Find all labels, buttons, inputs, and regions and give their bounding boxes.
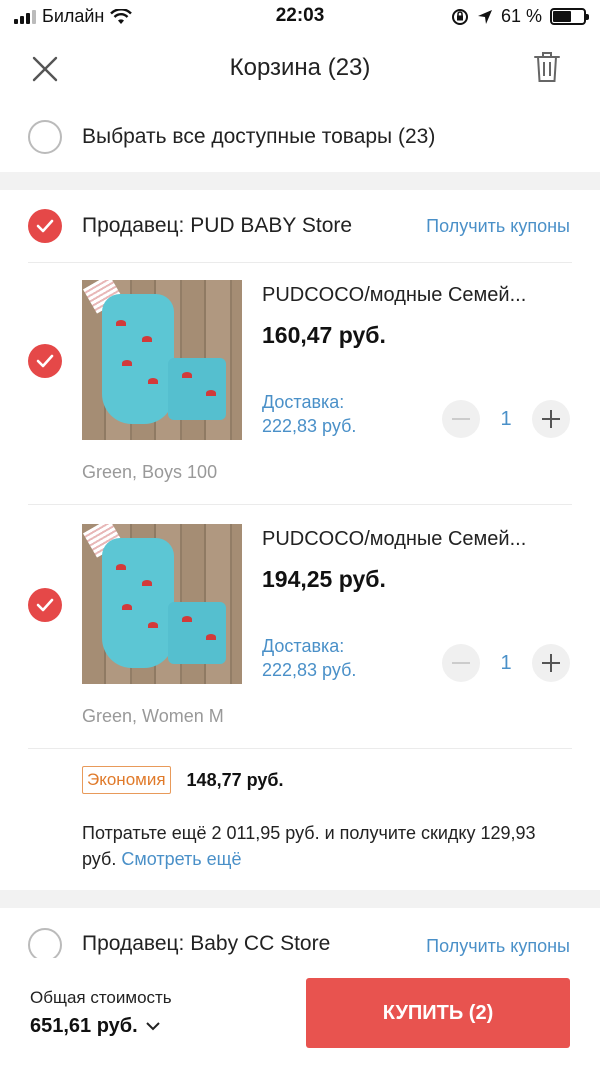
select-all-row[interactable]: Выбрать все доступные товары (23)	[0, 102, 600, 172]
total-value: 651,61 руб.	[30, 1015, 138, 1037]
store-checkbox[interactable]	[28, 209, 62, 243]
get-coupons-link[interactable]: Получить купоны	[426, 936, 570, 957]
battery-icon	[550, 8, 589, 25]
minus-icon	[452, 418, 470, 420]
page-title: Корзина (23)	[229, 54, 371, 81]
select-all-checkbox[interactable]	[28, 120, 62, 154]
checkmark-icon	[36, 598, 54, 612]
shipping-label: Доставка:	[262, 392, 345, 412]
total-price[interactable]: 651,61 руб.	[30, 1015, 160, 1038]
divider	[28, 748, 572, 749]
plus-icon	[542, 410, 560, 428]
product-variant: Green, Boys 100	[82, 462, 218, 482]
minus-icon	[452, 662, 470, 664]
plus-icon	[542, 654, 560, 672]
product-title[interactable]: PUDCOCO/модные Семей...	[262, 284, 562, 307]
item-checkbox[interactable]	[28, 588, 62, 622]
status-right: 61 %	[451, 6, 589, 27]
shipping-price: 222,83 руб.	[262, 416, 357, 436]
store-checkbox[interactable]	[28, 928, 62, 962]
status-bar: Билайн 22:03 61 %	[0, 0, 600, 34]
checkmark-icon	[36, 219, 54, 233]
shipping-label: Доставка:	[262, 636, 345, 656]
cart-item: PUDCOCO/модные Семей... 194,25 руб. Дост…	[0, 506, 600, 749]
product-variant: Green, Women M	[82, 706, 224, 726]
saving-amount: 148,77 руб.	[186, 769, 284, 790]
location-icon	[477, 9, 492, 24]
nav-bar: Корзина (23)	[0, 34, 600, 102]
shipping-info: Доставка: 222,83 руб.	[262, 390, 356, 438]
trash-icon[interactable]	[532, 50, 562, 84]
product-price: 160,47 руб.	[262, 322, 386, 348]
increase-button[interactable]	[532, 644, 570, 682]
get-coupons-link[interactable]: Получить купоны	[426, 216, 570, 237]
divider	[28, 504, 572, 505]
battery-percent: 61 %	[500, 6, 542, 26]
decrease-button[interactable]	[442, 400, 480, 438]
cart-screen: Билайн 22:03 61 % Корзина (23) Выбрать в…	[0, 0, 600, 1066]
cart-item: PUDCOCO/модные Семей... 160,47 руб. Дост…	[0, 262, 600, 505]
saving-row: Экономия 148,77 руб.	[82, 766, 284, 794]
checkmark-icon	[36, 354, 54, 368]
shipping-info: Доставка: 222,83 руб.	[262, 634, 356, 682]
battery-fill	[553, 11, 572, 22]
item-checkbox[interactable]	[28, 344, 62, 378]
quantity-stepper: 1	[442, 644, 570, 682]
select-all-label: Выбрать все доступные товары (23)	[82, 125, 436, 148]
decrease-button[interactable]	[442, 644, 480, 682]
quantity-value: 1	[500, 407, 512, 430]
store-card: Продавец: PUD BABY Store Получить купоны…	[0, 190, 600, 890]
product-image[interactable]	[82, 524, 242, 684]
chevron-down-icon	[146, 1022, 160, 1031]
increase-button[interactable]	[532, 400, 570, 438]
buy-button[interactable]: КУПИТЬ (2)	[306, 978, 570, 1048]
product-title[interactable]: PUDCOCO/модные Семей...	[262, 528, 562, 551]
store-name[interactable]: Продавец: PUD BABY Store	[82, 214, 352, 238]
promo-message: Потратьте ещё 2 011,95 руб. и получите с…	[82, 820, 552, 872]
shipping-price: 222,83 руб.	[262, 660, 357, 680]
see-more-link[interactable]: Смотреть ещё	[121, 849, 241, 869]
total-label: Общая стоимость	[30, 988, 172, 1007]
product-price: 194,25 руб.	[262, 566, 386, 592]
store-name[interactable]: Продавец: Baby CC Store	[82, 932, 330, 956]
saving-badge: Экономия	[82, 766, 171, 794]
product-image[interactable]	[82, 280, 242, 440]
checkout-bar: Общая стоимость 651,61 руб. КУПИТЬ (2)	[0, 958, 600, 1066]
quantity-value: 1	[500, 651, 512, 674]
rotation-lock-icon	[451, 8, 468, 25]
quantity-stepper: 1	[442, 400, 570, 438]
